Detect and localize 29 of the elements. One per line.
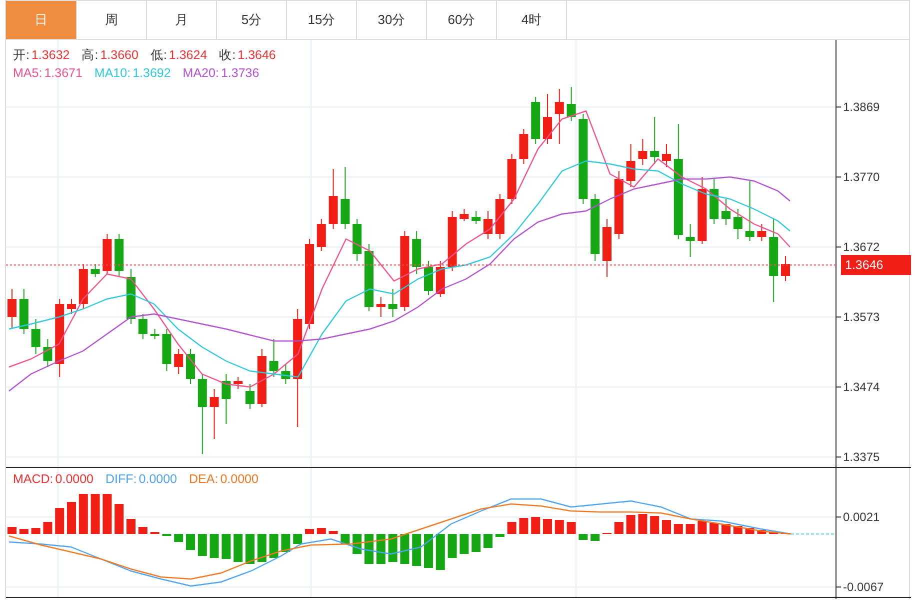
axis-label: -0.0067 [843, 580, 884, 594]
legend-label: MACD: [13, 471, 54, 487]
legend-label: 开: [13, 47, 30, 63]
legend-label: MA5: [13, 65, 42, 81]
legend-label: DIFF: [106, 471, 137, 487]
legend-label: 低: [150, 47, 167, 63]
legend-value: 1.3671 [44, 65, 82, 81]
legend-value: 1.3692 [132, 65, 171, 81]
legend-value: 0.0000 [138, 471, 177, 487]
axis-label: 1.3474 [843, 380, 880, 394]
legend-value: 1.3736 [220, 65, 260, 81]
legend-label: MA20: [182, 65, 219, 81]
legend-value: 1.3660 [100, 47, 138, 63]
axis-label: 1.3672 [843, 240, 880, 254]
legend-value: 1.3624 [168, 47, 208, 63]
legend-value: 0.0000 [55, 471, 94, 487]
legend-label: 高: [82, 47, 98, 63]
legend-value: 0.0000 [220, 471, 258, 487]
current-price-label: 1.3646 [841, 255, 911, 275]
legend-value: 1.3632 [31, 47, 70, 63]
axis-label: 1.3869 [843, 100, 880, 114]
legend-label: DEA: [189, 471, 218, 487]
axis-label: 1.3573 [843, 310, 880, 324]
legend-value: 1.3646 [238, 47, 276, 63]
legend-label: MA10: [94, 65, 131, 81]
axis-label: 1.3770 [843, 170, 880, 184]
axis-label: 0.0021 [843, 510, 880, 524]
legend-label: 收: [219, 47, 236, 63]
axis-label: 1.3375 [843, 450, 880, 464]
